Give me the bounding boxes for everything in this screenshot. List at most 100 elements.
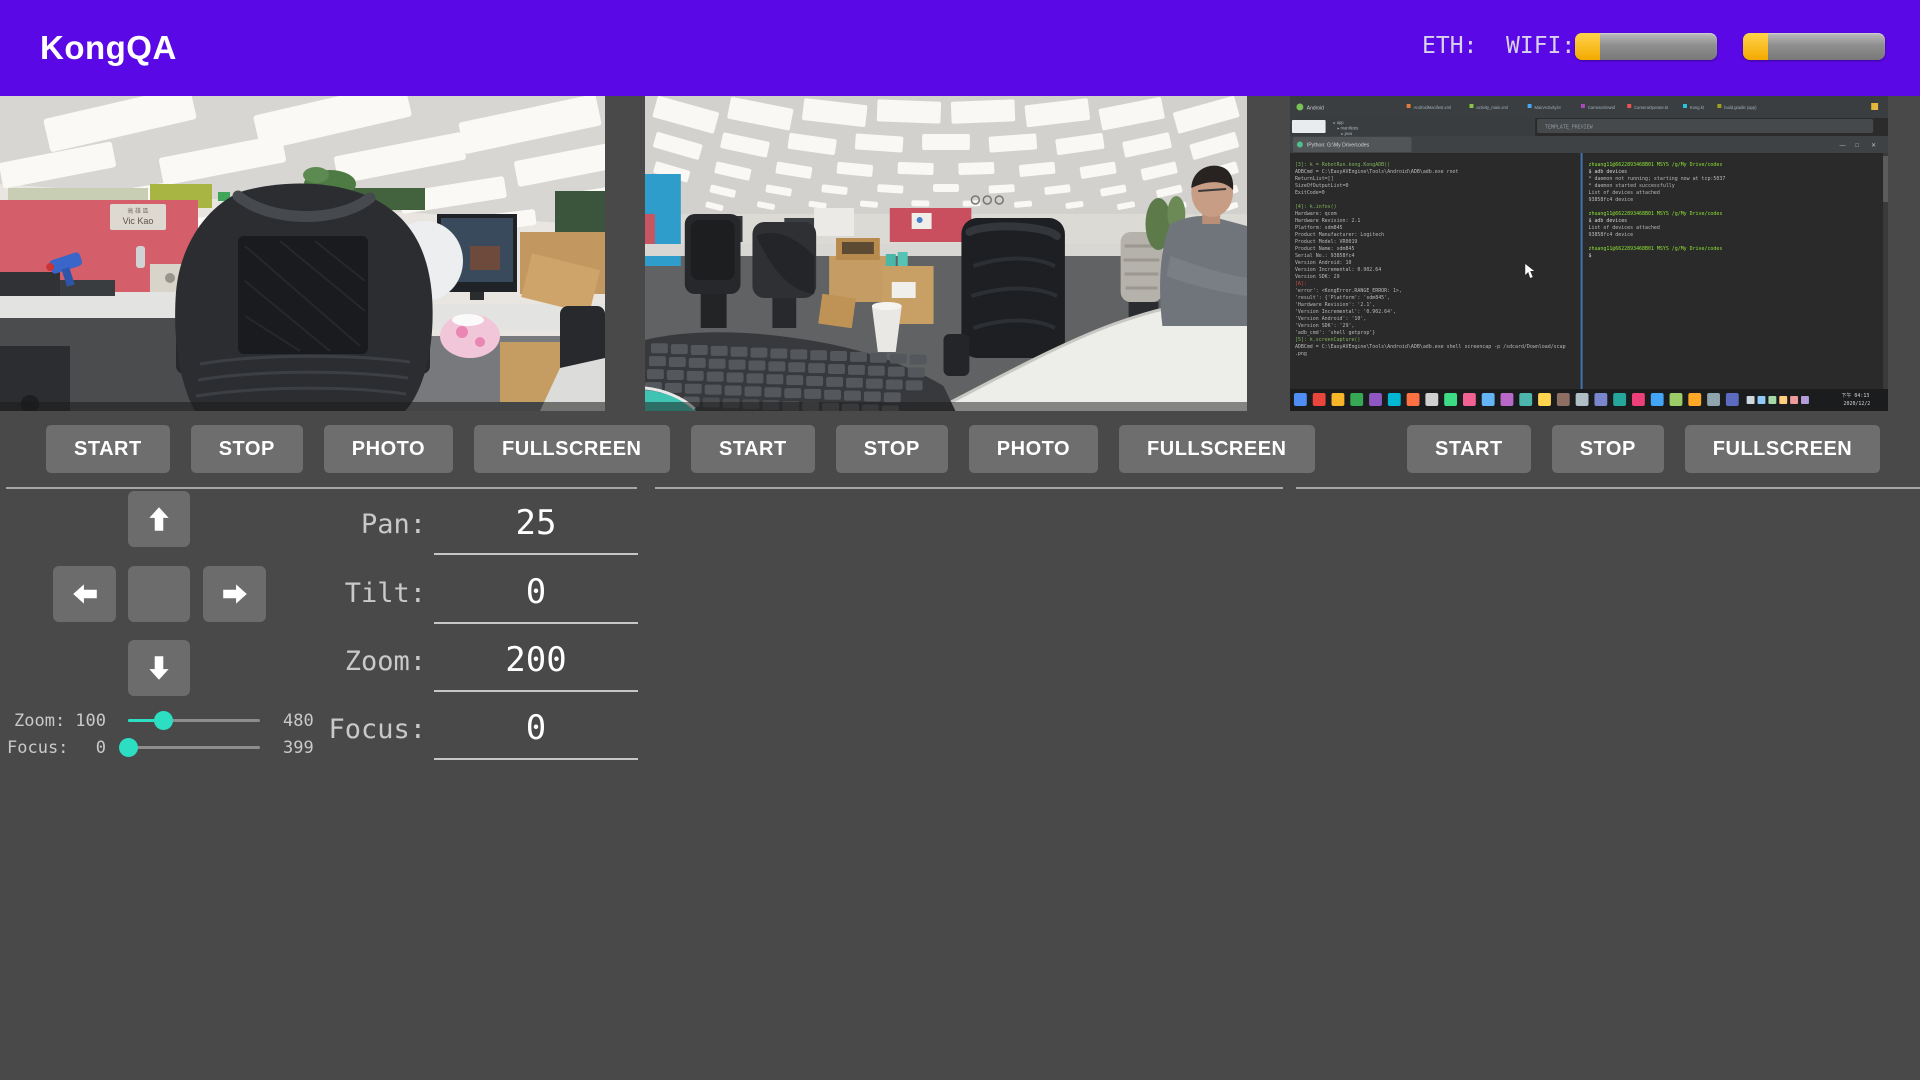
console-window-title: IPython: G:\My Drive/codes	[1307, 142, 1370, 148]
svg-text:CameraOperate.kt: CameraOperate.kt	[1634, 105, 1669, 110]
svg-text:MainActivity.kt: MainActivity.kt	[1535, 105, 1562, 110]
focus-slider-min: 0	[58, 738, 106, 758]
tilt-down-button[interactable]	[128, 640, 190, 696]
svg-text:zhuang11@6622893468B01 MSYS /g: zhuang11@6622893468B01 MSYS /g/My Drive/…	[1589, 246, 1723, 252]
camera-3-stop-button[interactable]: STOP	[1552, 425, 1664, 473]
svg-text:.png: .png	[1295, 351, 1307, 357]
svg-text:Hardware: qcom: Hardware: qcom	[1295, 211, 1337, 217]
zoom-slider-thumb[interactable]	[154, 711, 173, 730]
camera-2-fullscreen-button[interactable]: FULLSCREEN	[1119, 425, 1314, 473]
tilt-label: Tilt:	[246, 578, 426, 609]
svg-text:'Version Incremental': '0.902.: 'Version Incremental': '0.902.64',	[1295, 309, 1396, 315]
tilt-input[interactable]	[434, 572, 638, 624]
svg-text:93858fc4 device: 93858fc4 device	[1589, 232, 1634, 238]
svg-text:$ adb devices: $ adb devices	[1589, 169, 1628, 175]
camera-3-button-row: START STOP FULLSCREEN	[1407, 425, 1880, 473]
focus-input[interactable]	[434, 708, 638, 760]
wifi-label: WIFI:	[1506, 33, 1575, 59]
svg-text:activity_main.xml: activity_main.xml	[1476, 105, 1508, 110]
close-icon: ✕	[1871, 143, 1876, 149]
svg-text:'error': <KongError.RANGE_ERRO: 'error': <KongError.RANGE_ERROR: 1>,	[1295, 288, 1402, 294]
svg-text:* daemon started successfully: * daemon started successfully	[1589, 183, 1675, 189]
svg-text:'Version Android': '10',: 'Version Android': '10',	[1295, 316, 1366, 322]
taskbar-clock-date: 2020/12/2	[1844, 401, 1871, 407]
focus-slider-track[interactable]	[128, 746, 260, 749]
camera-feed-2	[645, 96, 1247, 411]
eth-toggle[interactable]	[1575, 33, 1717, 60]
focus-slider-thumb[interactable]	[119, 738, 138, 757]
svg-text:SizeOfOutputList=0: SizeOfOutputList=0	[1295, 183, 1349, 189]
wifi-toggle[interactable]	[1743, 33, 1885, 60]
camera-feed-1: 高 雄 區 Vic Kao	[0, 96, 605, 411]
svg-text:[A]:: [A]:	[1295, 281, 1307, 287]
svg-text:* daemon not running; starting: * daemon not running; starting now at tc…	[1589, 176, 1726, 182]
arrow-left-icon	[70, 579, 100, 609]
eth-label: ETH:	[1422, 33, 1477, 59]
svg-text:▸ manifests: ▸ manifests	[1337, 125, 1358, 130]
camera-1-start-button[interactable]: START	[46, 425, 170, 473]
camera-feed-3: Android AndroidManifest.xml activity_main…	[1290, 96, 1888, 411]
svg-text:'result': {'Platform': 'sdm845: 'result': {'Platform': 'sdm845',	[1295, 295, 1390, 301]
svg-text:'Hardware Revision': '2.1',: 'Hardware Revision': '2.1',	[1295, 302, 1375, 308]
svg-text:Version Incremental: 0.902.64: Version Incremental: 0.902.64	[1295, 267, 1381, 273]
svg-text:高 雄 區: 高 雄 區	[127, 207, 148, 215]
divider-2	[655, 487, 1283, 489]
camera-2-stop-button[interactable]: STOP	[836, 425, 948, 473]
svg-text:CameraViewId: CameraViewId	[1588, 105, 1616, 110]
svg-text:'Version SDK': '29',: 'Version SDK': '29',	[1295, 323, 1354, 329]
camera-3-start-button[interactable]: START	[1407, 425, 1531, 473]
svg-text:[4]: k.infos(): [4]: k.infos()	[1295, 204, 1337, 210]
svg-text:[5]: k.screenCapture(): [5]: k.screenCapture()	[1295, 337, 1360, 343]
arrow-up-icon	[144, 504, 174, 534]
svg-text:Product Name: sdm845: Product Name: sdm845	[1295, 246, 1354, 252]
divider-3	[1296, 487, 1920, 489]
maximize-icon: □	[1855, 143, 1859, 149]
svg-text:Platform: sdm845: Platform: sdm845	[1295, 225, 1343, 231]
svg-text:zhuang11@6622893468B01 MSYS /g: zhuang11@6622893468B01 MSYS /g/My Drive/…	[1589, 211, 1723, 217]
pan-label: Pan:	[246, 509, 426, 540]
zoom-slider-min: 100	[58, 711, 106, 731]
svg-text:'adb_cmd': 'shell getprop'}: 'adb_cmd': 'shell getprop'}	[1295, 330, 1375, 336]
svg-text:ReturnList=[]: ReturnList=[]	[1295, 176, 1334, 182]
pad-center-button[interactable]	[128, 566, 190, 622]
svg-text:List of devices attached: List of devices attached	[1589, 190, 1660, 196]
zoom-input[interactable]	[434, 640, 638, 692]
svg-text:Version Android: 10: Version Android: 10	[1295, 260, 1352, 266]
app-header: KongQA ETH: WIFI:	[0, 0, 1920, 96]
svg-text:$: $	[1589, 253, 1592, 259]
svg-text:[3]: k = RobotRun.kong.KongADB: [3]: k = RobotRun.kong.KongADB()	[1295, 162, 1390, 168]
tilt-up-button[interactable]	[128, 491, 190, 547]
svg-text:93858fc4 device: 93858fc4 device	[1589, 197, 1634, 203]
eth-toggle-knob	[1575, 33, 1600, 60]
arrow-right-icon	[220, 579, 250, 609]
svg-text:Serial No.: 93858fc4: Serial No.: 93858fc4	[1295, 253, 1354, 259]
cardboard-boxes	[829, 256, 887, 302]
camera-1-button-row: START STOP PHOTO FULLSCREEN	[46, 425, 670, 473]
camera-1-stop-button[interactable]: STOP	[191, 425, 303, 473]
svg-text:build.gradle (app): build.gradle (app)	[1724, 105, 1757, 110]
app-title: KongQA	[40, 0, 177, 96]
arrow-down-icon	[144, 653, 174, 683]
wifi-toggle-knob	[1743, 33, 1768, 60]
svg-text:AndroidManifest.xml: AndroidManifest.xml	[1414, 105, 1452, 110]
svg-text:zhuang11@6622893468B01 MSYS /g: zhuang11@6622893468B01 MSYS /g/My Drive/…	[1589, 162, 1723, 168]
camera-2-start-button[interactable]: START	[691, 425, 815, 473]
camera-3-fullscreen-button[interactable]: FULLSCREEN	[1685, 425, 1880, 473]
camera-2-photo-button[interactable]: PHOTO	[969, 425, 1098, 473]
kongqa-app: KongQA ETH: WIFI: 高 雄 區 Vic Kao	[0, 0, 1920, 1080]
camera-feed-1-image: 高 雄 區 Vic Kao	[0, 96, 605, 411]
svg-text:$ adb devices: $ adb devices	[1589, 218, 1628, 224]
ide-label: Android	[1307, 105, 1324, 111]
svg-text:Version SDK: 29: Version SDK: 29	[1295, 274, 1340, 280]
pan-input[interactable]	[434, 503, 638, 555]
camera-1-fullscreen-button[interactable]: FULLSCREEN	[474, 425, 669, 473]
svg-text:List of devices attached: List of devices attached	[1589, 225, 1660, 231]
zoom-label: Zoom:	[246, 646, 426, 677]
svg-text:Kong.kt: Kong.kt	[1690, 105, 1705, 110]
camera-1-photo-button[interactable]: PHOTO	[324, 425, 453, 473]
svg-text:▸ app: ▸ app	[1333, 120, 1344, 125]
divider-1	[6, 487, 637, 489]
pan-left-button[interactable]	[53, 566, 116, 622]
zoom-slider-max: 480	[283, 711, 314, 731]
minimize-icon: —	[1840, 143, 1846, 149]
